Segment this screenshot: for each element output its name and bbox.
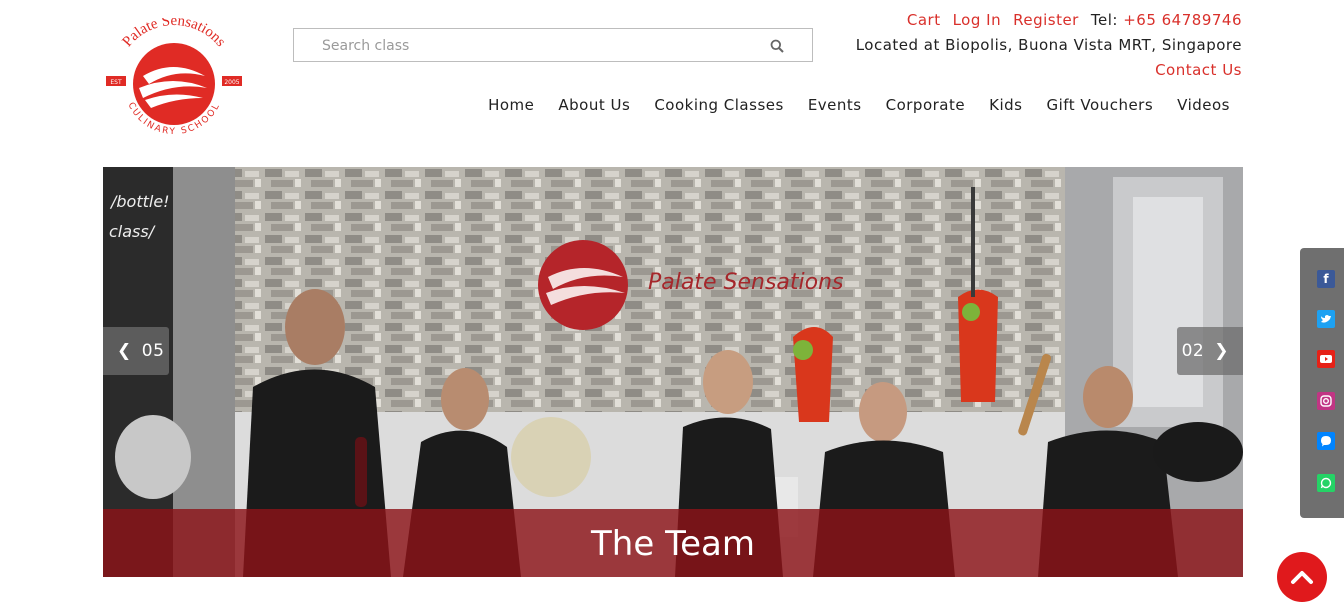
prev-slide-number: 05 [141, 341, 165, 361]
back-to-top-button[interactable] [1277, 552, 1327, 602]
chalk-text-class: class/ [109, 222, 156, 241]
logo-year: 2005 [224, 79, 239, 86]
instagram-icon[interactable] [1317, 392, 1335, 410]
search-icon[interactable] [770, 39, 784, 53]
twitter-icon[interactable] [1317, 310, 1335, 328]
phone-info: Tel: +65 64789746 [1091, 11, 1242, 29]
site-logo[interactable]: Palate Sensations CULINARY SCHOOL EST 20… [103, 13, 245, 148]
messenger-icon[interactable] [1317, 432, 1335, 450]
top-links: Cart Log In Register Tel: +65 64789746 [907, 11, 1242, 29]
youtube-icon[interactable] [1317, 350, 1335, 368]
chevron-up-icon [1291, 571, 1313, 584]
facebook-icon[interactable]: f [1317, 270, 1335, 288]
main-nav: Home About Us Cooking Classes Events Cor… [488, 96, 1230, 114]
nav-home[interactable]: Home [488, 96, 534, 114]
location-text: Located at Biopolis, Buona Vista MRT, Si… [855, 36, 1242, 54]
chalk-text-bottle: /bottle! [109, 192, 170, 211]
search-input[interactable] [320, 37, 744, 55]
nav-events[interactable]: Events [808, 96, 862, 114]
slider-next-button[interactable]: 02 ❯ [1177, 327, 1243, 375]
logo-est: EST [110, 79, 122, 86]
nav-about-us[interactable]: About Us [558, 96, 630, 114]
wall-sign-text: Palate Sensations [648, 270, 844, 295]
whatsapp-icon[interactable] [1317, 474, 1335, 492]
search-box [293, 28, 813, 62]
slide-caption: The Team [103, 509, 1243, 577]
nav-corporate[interactable]: Corporate [886, 96, 966, 114]
contact-us-link[interactable]: Contact Us [1155, 61, 1242, 79]
nav-gift-vouchers[interactable]: Gift Vouchers [1046, 96, 1153, 114]
nav-videos[interactable]: Videos [1177, 96, 1230, 114]
slider-prev-button[interactable]: ❮ 05 [103, 327, 169, 375]
cart-link[interactable]: Cart [907, 11, 941, 29]
chevron-right-icon: ❯ [1214, 341, 1229, 361]
register-link[interactable]: Register [1013, 11, 1079, 29]
login-link[interactable]: Log In [953, 11, 1002, 29]
logo-emblem: Palate Sensations CULINARY SCHOOL EST 20… [106, 13, 242, 137]
social-sidebar: f [1300, 248, 1344, 518]
chevron-left-icon: ❮ [117, 341, 132, 361]
nav-kids[interactable]: Kids [989, 96, 1022, 114]
tel-label: Tel: [1090, 11, 1118, 29]
hero-slider: /bottle! class/ Palate Sensations ❮ 05 0… [103, 167, 1243, 577]
nav-cooking-classes[interactable]: Cooking Classes [654, 96, 784, 114]
next-slide-number: 02 [1181, 341, 1205, 361]
tel-number-link[interactable]: +65 64789746 [1123, 11, 1242, 29]
